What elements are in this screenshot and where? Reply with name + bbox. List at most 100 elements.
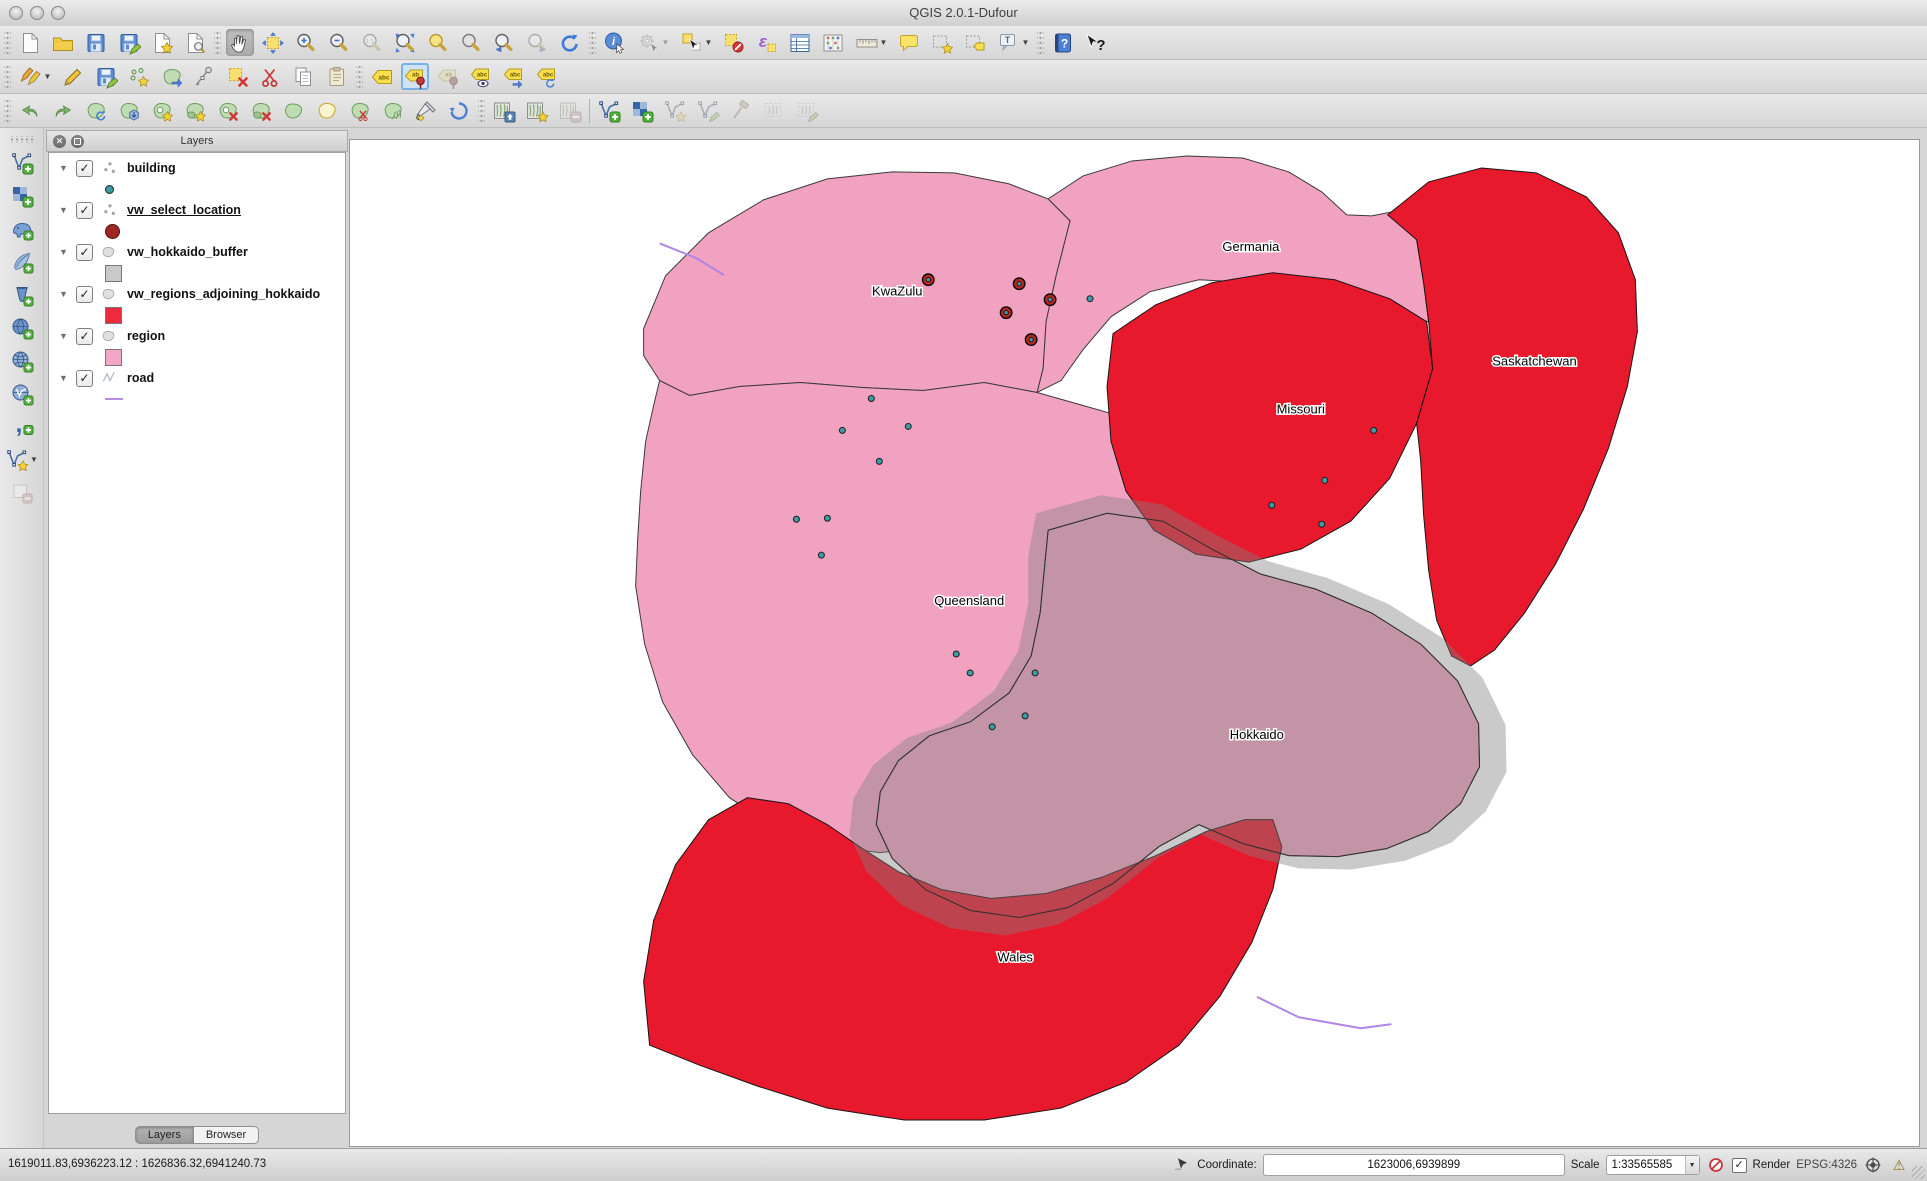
simplify-feature-button[interactable]: [115, 97, 143, 124]
measure-line-button[interactable]: ▼: [852, 29, 890, 56]
select-by-expression-button[interactable]: [753, 29, 781, 56]
delete-ring-button[interactable]: [214, 97, 242, 124]
grass-add-raster-layer-button[interactable]: [628, 97, 656, 124]
layer-checkbox[interactable]: ✓: [76, 286, 93, 303]
paste-features-button[interactable]: [323, 63, 351, 90]
save-layer-edits-button[interactable]: [92, 63, 120, 90]
zoom-to-selection-button[interactable]: [424, 29, 452, 56]
open-attribute-table-button[interactable]: [786, 29, 814, 56]
add-wfs-layer-button[interactable]: [8, 380, 36, 407]
add-part-button[interactable]: [181, 97, 209, 124]
zoom-full-button[interactable]: [391, 29, 419, 56]
add-postgis-layer-button[interactable]: [8, 215, 36, 242]
new-project-button[interactable]: [16, 29, 44, 56]
composer-manager-button[interactable]: [181, 29, 209, 56]
move-feature-button[interactable]: [158, 63, 186, 90]
grass-new-mapset-button[interactable]: [523, 97, 551, 124]
toolbar-grip[interactable]: [11, 136, 33, 143]
reshape-features-button[interactable]: [280, 97, 308, 124]
map-canvas[interactable]: GermaniaKwaZuluSaskatchewanMissouriQueen…: [349, 139, 1920, 1147]
delete-selected-button[interactable]: [224, 63, 252, 90]
tab-browser[interactable]: Browser: [194, 1126, 259, 1144]
messages-button[interactable]: ⚠: [1889, 1155, 1909, 1175]
grass-edit-vector-layer-button[interactable]: [694, 97, 722, 124]
toolbar-grip[interactable]: [4, 66, 11, 88]
redo-button[interactable]: [49, 97, 77, 124]
split-features-button[interactable]: [346, 97, 374, 124]
save-project-button[interactable]: [82, 29, 110, 56]
field-calculator-button[interactable]: [819, 29, 847, 56]
toolbar-grip[interactable]: [214, 32, 221, 54]
scale-combo[interactable]: 1:33565585 ▼: [1606, 1155, 1700, 1175]
pan-map-button[interactable]: [226, 29, 254, 56]
open-project-button[interactable]: [49, 29, 77, 56]
show-hide-labels-button[interactable]: [467, 63, 495, 90]
grass-edit-region-button[interactable]: [793, 97, 821, 124]
deselect-features-button[interactable]: [720, 29, 748, 56]
rotate-label-button[interactable]: [533, 63, 561, 90]
layer-checkbox[interactable]: ✓: [76, 160, 93, 177]
layer-item-vw_hokkaido_buffer[interactable]: ▼✓vw_hokkaido_buffer: [49, 241, 345, 263]
add-delimited-text-layer-button[interactable]: [8, 413, 36, 440]
toggle-editing-button[interactable]: [59, 63, 87, 90]
expand-icon[interactable]: ▼: [59, 289, 69, 299]
layer-item-vw_select_location[interactable]: ▼✓vw_select_location: [49, 199, 345, 221]
copy-features-button[interactable]: [290, 63, 318, 90]
help-contents-button[interactable]: [1049, 29, 1077, 56]
zoom-out-button[interactable]: [325, 29, 353, 56]
grass-display-region-button[interactable]: [760, 97, 788, 124]
offset-curve-button[interactable]: [313, 97, 341, 124]
split-parts-button[interactable]: [379, 97, 407, 124]
zoom-in-button[interactable]: [292, 29, 320, 56]
layer-checkbox[interactable]: ✓: [76, 244, 93, 261]
zoom-last-button[interactable]: [490, 29, 518, 56]
grass-tools-button[interactable]: [727, 97, 755, 124]
show-bookmarks-button[interactable]: [961, 29, 989, 56]
expand-icon[interactable]: ▼: [59, 373, 69, 383]
mouse-position-toggle-button[interactable]: [1171, 1155, 1191, 1175]
tab-layers[interactable]: Layers: [135, 1126, 194, 1144]
grass-close-mapset-button[interactable]: [556, 97, 584, 124]
whats-this-button[interactable]: [1082, 29, 1110, 56]
grass-open-mapset-button[interactable]: [490, 97, 518, 124]
node-tool-button[interactable]: [191, 63, 219, 90]
highlight-pinned-labels-button[interactable]: [434, 63, 462, 90]
add-spatialite-layer-button[interactable]: [8, 248, 36, 275]
zoom-next-button[interactable]: [523, 29, 551, 56]
current-edits-dropdown-icon[interactable]: ▼: [44, 72, 52, 81]
rotate-feature-button[interactable]: [82, 97, 110, 124]
stop-render-button[interactable]: [1706, 1155, 1726, 1175]
delete-part-button[interactable]: [247, 97, 275, 124]
add-raster-layer-button[interactable]: [8, 182, 36, 209]
layer-labeling-options-button[interactable]: [368, 63, 396, 90]
toolbar-grip[interactable]: [356, 66, 363, 88]
move-label-button[interactable]: [500, 63, 528, 90]
toolbar-grip[interactable]: [4, 100, 11, 122]
toolbar-grip[interactable]: [1037, 32, 1044, 54]
render-checkbox[interactable]: ✓: [1732, 1158, 1747, 1173]
add-vector-layer-button[interactable]: [8, 149, 36, 176]
undo-button[interactable]: [16, 97, 44, 124]
merge-selected-features-button[interactable]: [412, 97, 440, 124]
crs-status-button[interactable]: [1863, 1155, 1883, 1175]
toolbar-grip[interactable]: [4, 32, 11, 54]
grass-add-vector-layer-button[interactable]: [595, 97, 623, 124]
zoom-actual-size-button[interactable]: [358, 29, 386, 56]
run-feature-action-button[interactable]: ▼: [634, 29, 672, 56]
layer-item-building[interactable]: ▼✓building: [49, 157, 345, 179]
text-annotation-button[interactable]: ▼: [994, 29, 1032, 56]
layer-item-vw_regions_adjoining_hokkaido[interactable]: ▼✓vw_regions_adjoining_hokkaido: [49, 283, 345, 305]
rotate-point-symbols-button[interactable]: [445, 97, 473, 124]
add-wms-layer-button[interactable]: [8, 314, 36, 341]
remove-layer-button[interactable]: [8, 479, 36, 506]
add-ring-button[interactable]: [148, 97, 176, 124]
pin-unpin-labels-button[interactable]: [401, 63, 429, 90]
run-feature-action-dropdown-icon[interactable]: ▼: [662, 38, 670, 47]
layer-item-region[interactable]: ▼✓region: [49, 325, 345, 347]
layer-checkbox[interactable]: ✓: [76, 370, 93, 387]
layer-checkbox[interactable]: ✓: [76, 328, 93, 345]
add-feature-button[interactable]: [125, 63, 153, 90]
save-project-as-button[interactable]: [115, 29, 143, 56]
select-features-button[interactable]: ▼: [677, 29, 715, 56]
new-bookmark-button[interactable]: [928, 29, 956, 56]
